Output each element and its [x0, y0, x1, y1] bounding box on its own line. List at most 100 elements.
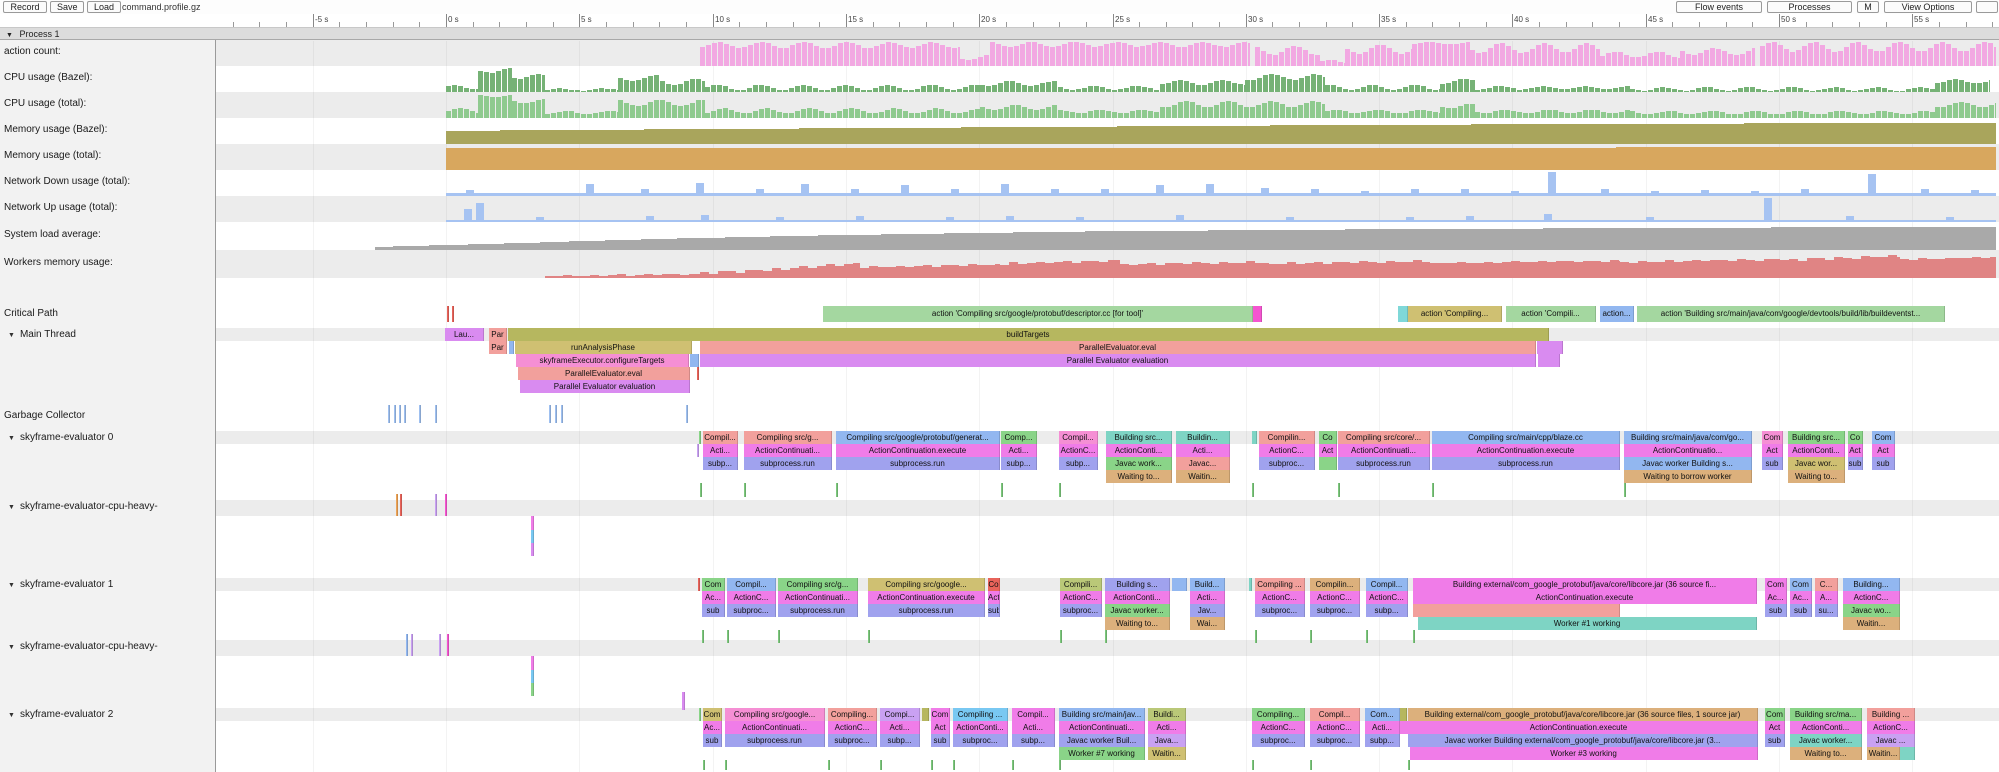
skyframe-evaluator-1-slice[interactable]: ActionConti... [1105, 591, 1170, 604]
main-thread-slice[interactable]: Parallel Evaluator evaluation [520, 380, 690, 393]
skyframe-evaluator-0-slice[interactable]: Waitin... [1176, 470, 1230, 483]
sidebar-item-garbage-collector[interactable]: Garbage Collector [4, 410, 85, 421]
toolbar-button-flow-events[interactable]: Flow events [1676, 1, 1762, 13]
skyframe-evaluator-1-slice[interactable]: subproc... [1310, 604, 1360, 617]
skyframe-evaluator-2-slice[interactable]: sub [1765, 734, 1785, 747]
skyframe-evaluator-0-slice[interactable]: Javac wor... [1788, 457, 1845, 470]
skyframe-evaluator-1-slice[interactable]: Javac worker... [1105, 604, 1170, 617]
skyframe-evaluator-1-slice[interactable] [1310, 630, 1312, 643]
critical-path-slice[interactable] [452, 306, 454, 322]
skyframe-evaluator-1-slice[interactable]: Build... [1190, 578, 1225, 591]
sidebar-item-cpu-usage-total[interactable]: CPU usage (total): [4, 98, 86, 109]
skyframe-evaluator-2-slice[interactable]: Compiling... [828, 708, 877, 721]
skyframe-evaluator-cpu-heavy-2-slice[interactable] [406, 634, 408, 656]
skyframe-evaluator-1-slice[interactable] [1255, 630, 1257, 643]
skyframe-evaluator-2-slice[interactable] [828, 760, 830, 770]
skyframe-evaluator-1-slice[interactable] [698, 578, 700, 591]
skyframe-evaluator-2-slice[interactable]: subp... [1012, 734, 1055, 747]
skyframe-evaluator-0-slice[interactable]: Waiting to... [1106, 470, 1172, 483]
critical-path-slice[interactable]: action... [1600, 306, 1634, 322]
expand-arrow-icon[interactable]: ▼ [8, 582, 15, 589]
skyframe-evaluator-0-slice[interactable]: Compiling src/google/protobuf/generat... [836, 431, 1000, 444]
skyframe-evaluator-1-slice[interactable]: subproc... [727, 604, 776, 617]
expand-arrow-icon[interactable]: ▼ [8, 712, 15, 719]
main-thread-slice[interactable]: skyframeExecutor.configureTargets [516, 354, 689, 367]
main-thread-slice[interactable] [697, 367, 699, 380]
skyframe-evaluator-0-slice[interactable]: sub [1872, 457, 1895, 470]
skyframe-evaluator-1-slice[interactable]: Compili... [1060, 578, 1102, 591]
skyframe-evaluator-0-slice[interactable]: Buildin... [1176, 431, 1230, 444]
skyframe-evaluator-1-slice[interactable]: Compiling src/google... [868, 578, 985, 591]
skyframe-evaluator-0-slice[interactable]: Compiling src/g... [744, 431, 832, 444]
skyframe-evaluator-0-slice[interactable]: Acti... [1001, 444, 1037, 457]
critical-path-slice[interactable] [447, 306, 449, 322]
skyframe-evaluator-2-slice[interactable]: Javac worker Building external/com_googl… [1408, 734, 1758, 747]
skyframe-evaluator-2-slice[interactable]: ActionConti... [1790, 721, 1862, 734]
skyframe-evaluator-1-slice[interactable]: ActionC... [1255, 591, 1305, 604]
skyframe-evaluator-0-slice[interactable] [697, 444, 699, 457]
skyframe-evaluator-2-slice[interactable]: Ac... [703, 721, 722, 734]
skyframe-evaluator-1-slice[interactable] [1413, 630, 1415, 643]
skyframe-evaluator-1-slice[interactable]: Waitin... [1843, 617, 1900, 630]
sidebar-item-cpu-usage-bazel[interactable]: CPU usage (Bazel): [4, 72, 92, 83]
skyframe-evaluator-2-slice[interactable] [953, 760, 955, 770]
skyframe-evaluator-1-slice[interactable]: Compiling ... [1255, 578, 1305, 591]
skyframe-evaluator-1-slice[interactable]: Jav... [1190, 604, 1225, 617]
skyframe-evaluator-2-slice[interactable]: Acti... [1365, 721, 1400, 734]
skyframe-evaluator-cpu-heavy-1-slice[interactable] [400, 494, 402, 516]
skyframe-evaluator-1-slice[interactable]: Com [1790, 578, 1812, 591]
skyframe-evaluator-0-slice[interactable] [1252, 483, 1254, 497]
skyframe-evaluator-2-slice[interactable]: Compiling... [1252, 708, 1305, 721]
skyframe-evaluator-0-slice[interactable]: Co [1319, 431, 1337, 444]
skyframe-evaluator-0-slice[interactable]: Act [1762, 444, 1783, 457]
skyframe-evaluator-2-slice[interactable]: Java... [1148, 734, 1186, 747]
garbage-collector-slice[interactable] [555, 405, 557, 423]
main-thread-slice[interactable]: Par [489, 341, 507, 354]
skyframe-evaluator-0-slice[interactable]: Compilin... [1259, 431, 1315, 444]
skyframe-evaluator-1-slice[interactable] [727, 630, 729, 643]
skyframe-evaluator-cpu-heavy-2-slice[interactable] [531, 656, 534, 670]
collapse-arrow-icon[interactable]: ▼ [6, 32, 13, 39]
skyframe-evaluator-cpu-heavy-1-slice[interactable] [445, 494, 447, 516]
expand-arrow-icon[interactable]: ▼ [8, 332, 15, 339]
skyframe-evaluator-1-slice[interactable]: sub [1765, 604, 1787, 617]
skyframe-evaluator-1-slice[interactable]: Ac... [1790, 591, 1812, 604]
skyframe-evaluator-0-slice[interactable]: subprocess.run [1338, 457, 1430, 470]
skyframe-evaluator-2-slice[interactable]: subproc... [1310, 734, 1360, 747]
skyframe-evaluator-0-slice[interactable] [1059, 483, 1061, 497]
skyframe-evaluator-2-slice[interactable]: subp... [880, 734, 920, 747]
skyframe-evaluator-2-slice[interactable] [1252, 760, 1254, 770]
skyframe-evaluator-cpu-heavy-1-slice[interactable] [531, 516, 534, 530]
skyframe-evaluator-0-slice[interactable]: subprocess.run [836, 457, 1000, 470]
skyframe-evaluator-2-slice[interactable]: Com [703, 708, 722, 721]
skyframe-evaluator-2-slice[interactable] [1408, 760, 1410, 770]
skyframe-evaluator-cpu-heavy-1-slice[interactable] [531, 530, 534, 543]
time-ruler[interactable]: -5 s0 s5 s10 s15 s20 s25 s30 s35 s40 s45… [0, 14, 1999, 27]
skyframe-evaluator-2-slice[interactable]: Compil... [1012, 708, 1055, 721]
main-thread-slice[interactable]: Parallel Evaluator evaluation [700, 354, 1536, 367]
skyframe-evaluator-1-slice[interactable]: subproc... [1255, 604, 1305, 617]
skyframe-evaluator-2-slice[interactable]: Acti... [1012, 721, 1055, 734]
skyframe-evaluator-1-slice[interactable]: Compiling src/g... [778, 578, 858, 591]
skyframe-evaluator-2-slice[interactable] [922, 708, 929, 721]
skyframe-evaluator-1-slice[interactable]: Worker #1 working [1418, 617, 1757, 630]
skyframe-evaluator-0-slice[interactable]: subprocess.run [1432, 457, 1620, 470]
expand-arrow-icon[interactable]: ▼ [8, 644, 15, 651]
skyframe-evaluator-2-slice[interactable]: Acti... [880, 721, 920, 734]
toolbar-button-blank[interactable] [1976, 1, 1998, 13]
skyframe-evaluator-2-slice[interactable]: Acti... [1148, 721, 1186, 734]
skyframe-evaluator-2-slice[interactable] [1012, 760, 1014, 770]
skyframe-evaluator-0-slice[interactable]: Javac work... [1106, 457, 1172, 470]
skyframe-evaluator-2-slice[interactable]: subproc... [828, 734, 877, 747]
skyframe-evaluator-0-slice[interactable] [1319, 457, 1337, 470]
main-thread-slice[interactable] [690, 354, 699, 367]
skyframe-evaluator-0-slice[interactable]: Act [1848, 444, 1863, 457]
skyframe-evaluator-0-slice[interactable]: Waiting to borrow worker [1624, 470, 1752, 483]
skyframe-evaluator-2-slice[interactable]: Building src/ma... [1790, 708, 1862, 721]
skyframe-evaluator-0-slice[interactable]: Acti... [703, 444, 738, 457]
sidebar-item-main-thread[interactable]: ▼Main Thread [8, 329, 76, 340]
skyframe-evaluator-2-slice[interactable]: Building src/main/jav... [1059, 708, 1145, 721]
skyframe-evaluator-2-slice[interactable] [1310, 760, 1312, 770]
skyframe-evaluator-2-slice[interactable]: Com [931, 708, 950, 721]
skyframe-evaluator-0-slice[interactable]: Building src/main/java/com/go... [1624, 431, 1752, 444]
